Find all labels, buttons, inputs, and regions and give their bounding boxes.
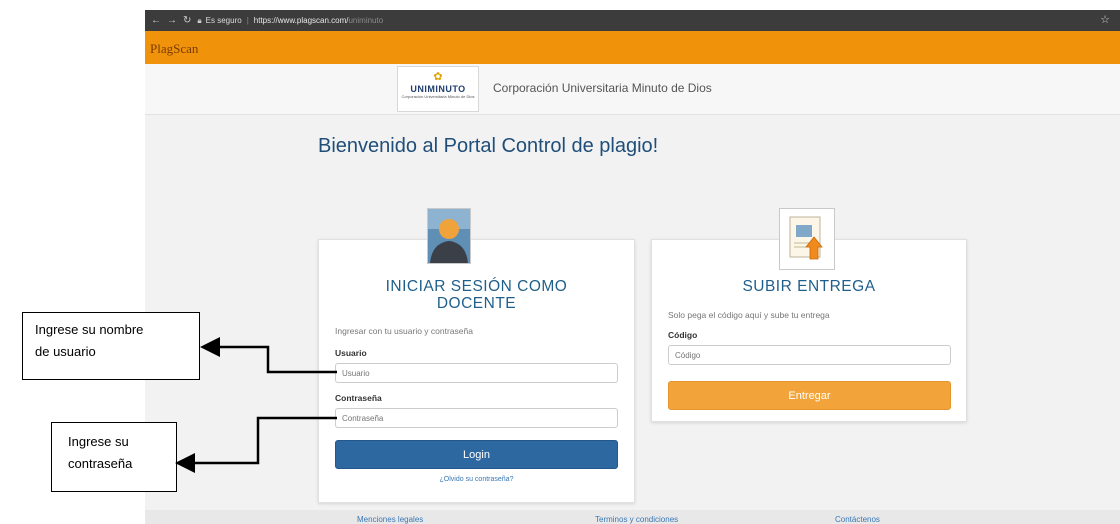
arrow-password — [175, 416, 337, 473]
annotation-arrows — [175, 337, 337, 473]
arrow-username — [200, 337, 337, 374]
